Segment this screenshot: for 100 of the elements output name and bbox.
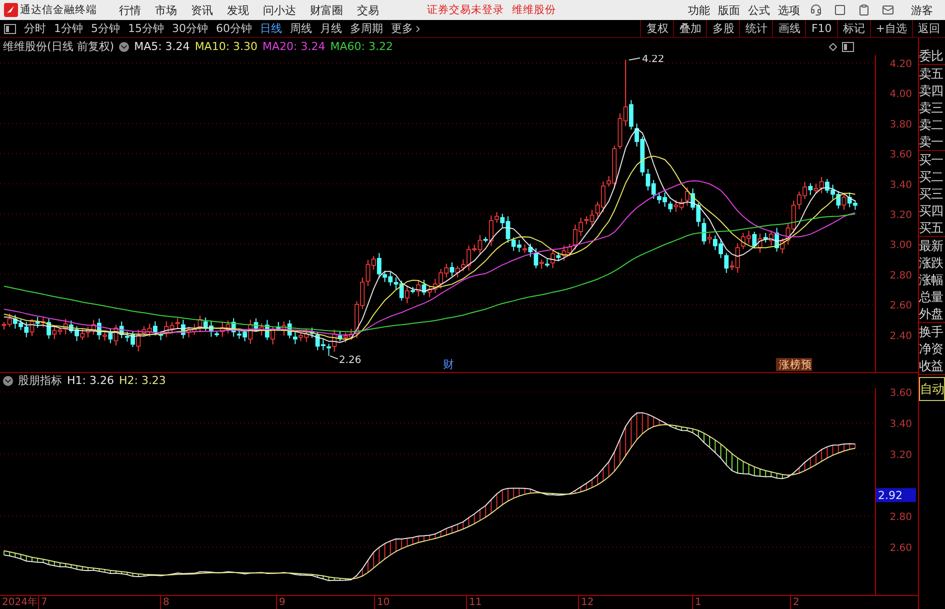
axis-label: 2.60 xyxy=(890,300,912,312)
menu-item[interactable]: 功能 xyxy=(685,2,713,18)
axis-label: 3.00 xyxy=(890,240,912,252)
panel-toggle-icon[interactable] xyxy=(4,24,16,34)
period-tab[interactable]: 更多 xyxy=(387,21,427,36)
month-label: 11 xyxy=(466,596,482,609)
month-label: 2 xyxy=(790,596,800,609)
clipboard-icon[interactable] xyxy=(858,4,870,16)
period-tab[interactable]: 分时 xyxy=(20,21,50,36)
stock-name-link[interactable]: 维维股份 xyxy=(512,3,556,17)
quote-label: 买五 xyxy=(919,219,944,236)
axis-label: 3.20 xyxy=(890,210,912,221)
period-tab[interactable]: 月线 xyxy=(316,21,346,36)
axis-label: 4.00 xyxy=(890,89,912,100)
quote-label: 买四 xyxy=(919,202,944,219)
toolbar-button[interactable]: F10 xyxy=(805,20,837,37)
period-tab[interactable]: 多周期 xyxy=(346,21,387,36)
quote-label: 卖五 xyxy=(919,65,944,82)
quote-label: 收益 xyxy=(919,357,944,374)
indicator-value: H1: 3.26 xyxy=(67,374,114,387)
toolbar-button[interactable]: 返回 xyxy=(912,20,945,37)
toolbar-button[interactable]: 画线 xyxy=(772,20,806,37)
quote-label: 卖三 xyxy=(919,99,944,116)
axis-label: 3.20 xyxy=(890,450,912,461)
dropdown-icon[interactable] xyxy=(3,376,13,386)
menu-item[interactable]: 问小达 xyxy=(257,2,302,18)
period-tab[interactable]: 30分钟 xyxy=(168,21,212,36)
quote-label: 买三 xyxy=(919,185,944,202)
month-label: 12 xyxy=(578,596,594,609)
app-name: 通达信金融终端 xyxy=(20,3,97,17)
quote-label: 总量 xyxy=(919,288,944,305)
menu-item[interactable]: 版面 xyxy=(715,2,743,18)
axis-label: 2.60 xyxy=(890,543,912,554)
menu-item[interactable]: 财富圈 xyxy=(304,2,349,18)
month-label: 9 xyxy=(276,596,286,609)
toolbar-button[interactable]: +自选 xyxy=(870,20,912,37)
menu-item[interactable]: 市场 xyxy=(149,2,183,18)
menu-item[interactable]: 选项 xyxy=(775,2,803,18)
axis-label: 3.60 xyxy=(890,388,912,399)
ma-value: MA60: 3.22 xyxy=(330,40,393,53)
chart-title: 维维股份(日线 前复权) xyxy=(3,39,114,54)
quote-label: 涨幅 xyxy=(919,271,944,288)
toolbar-button[interactable]: 叠加 xyxy=(673,20,706,37)
auto-mode-button[interactable]: 自动 xyxy=(919,377,945,401)
axis-label: 2.80 xyxy=(890,270,912,282)
month-label: 10 xyxy=(374,596,390,609)
menu-item[interactable]: 行情 xyxy=(113,2,147,18)
indicator-title: 股朋指标 xyxy=(18,373,62,388)
event-tag: 涨榜预 xyxy=(776,358,812,371)
mail-icon[interactable] xyxy=(882,4,894,16)
axis-label: 3.40 xyxy=(890,419,912,430)
panel-toggle-icon[interactable] xyxy=(842,42,854,52)
period-tab[interactable]: 1分钟 xyxy=(50,21,87,36)
period-tab[interactable]: 15分钟 xyxy=(124,21,168,36)
menu-item[interactable]: 资讯 xyxy=(185,2,219,18)
toolbar-button[interactable]: 多股 xyxy=(706,20,740,37)
month-label: 7 xyxy=(38,596,48,609)
quote-label: 卖二 xyxy=(919,116,944,133)
quote-label: 卖四 xyxy=(919,82,944,99)
login-notice[interactable]: 证券交易未登录 xyxy=(427,3,504,17)
user-label[interactable]: 游客 xyxy=(911,2,933,18)
leader-line xyxy=(628,57,640,60)
current-value-tag: 2.92 xyxy=(876,488,916,502)
axis-label: 2.80 xyxy=(890,512,912,523)
period-tab[interactable]: 周线 xyxy=(286,21,316,36)
headset-icon[interactable] xyxy=(810,4,822,16)
menu-item[interactable]: 交易 xyxy=(351,2,385,18)
quote-label: 换手 xyxy=(919,323,944,340)
quote-label: 买二 xyxy=(919,168,944,185)
axis-label: 3.60 xyxy=(890,150,912,161)
quote-label: 净资 xyxy=(919,340,944,357)
period-tab[interactable]: 5分钟 xyxy=(87,21,124,36)
menu-item[interactable]: 公式 xyxy=(745,2,773,18)
window-icon[interactable] xyxy=(834,4,846,16)
ma-value: MA5: 3.24 xyxy=(134,40,190,53)
period-tab[interactable]: 60分钟 xyxy=(212,21,256,36)
quote-label: 外盘 xyxy=(919,305,944,322)
month-label: 8 xyxy=(160,596,170,609)
menu-item[interactable]: 发现 xyxy=(221,2,255,18)
leader-line xyxy=(330,355,338,360)
indicator-value: H2: 3.23 xyxy=(118,374,166,387)
ma-value: MA20: 3.24 xyxy=(262,40,326,53)
axis-label: 3.40 xyxy=(890,180,912,191)
toolbar-button[interactable]: 复权 xyxy=(640,20,674,37)
quote-label: 最新 xyxy=(919,237,944,254)
price-label: 2.26 xyxy=(339,354,362,366)
axis-label: 2.40 xyxy=(890,330,912,342)
axis-label: 4.20 xyxy=(890,59,912,70)
month-label: 1 xyxy=(692,596,702,609)
toolbar-button[interactable]: 标记 xyxy=(836,20,870,37)
ma-value: MA10: 3.30 xyxy=(194,40,258,53)
axis-label: 3.80 xyxy=(890,119,912,130)
dropdown-icon[interactable] xyxy=(119,42,130,52)
diamond-icon[interactable] xyxy=(829,42,837,50)
event-marker: 财 xyxy=(443,358,454,371)
period-tab[interactable]: 日线 xyxy=(256,21,286,36)
logo-icon xyxy=(4,3,18,17)
toolbar-button[interactable]: 统计 xyxy=(739,20,772,37)
quote-label: 买一 xyxy=(919,151,944,168)
quote-label: 委比 xyxy=(919,47,944,64)
